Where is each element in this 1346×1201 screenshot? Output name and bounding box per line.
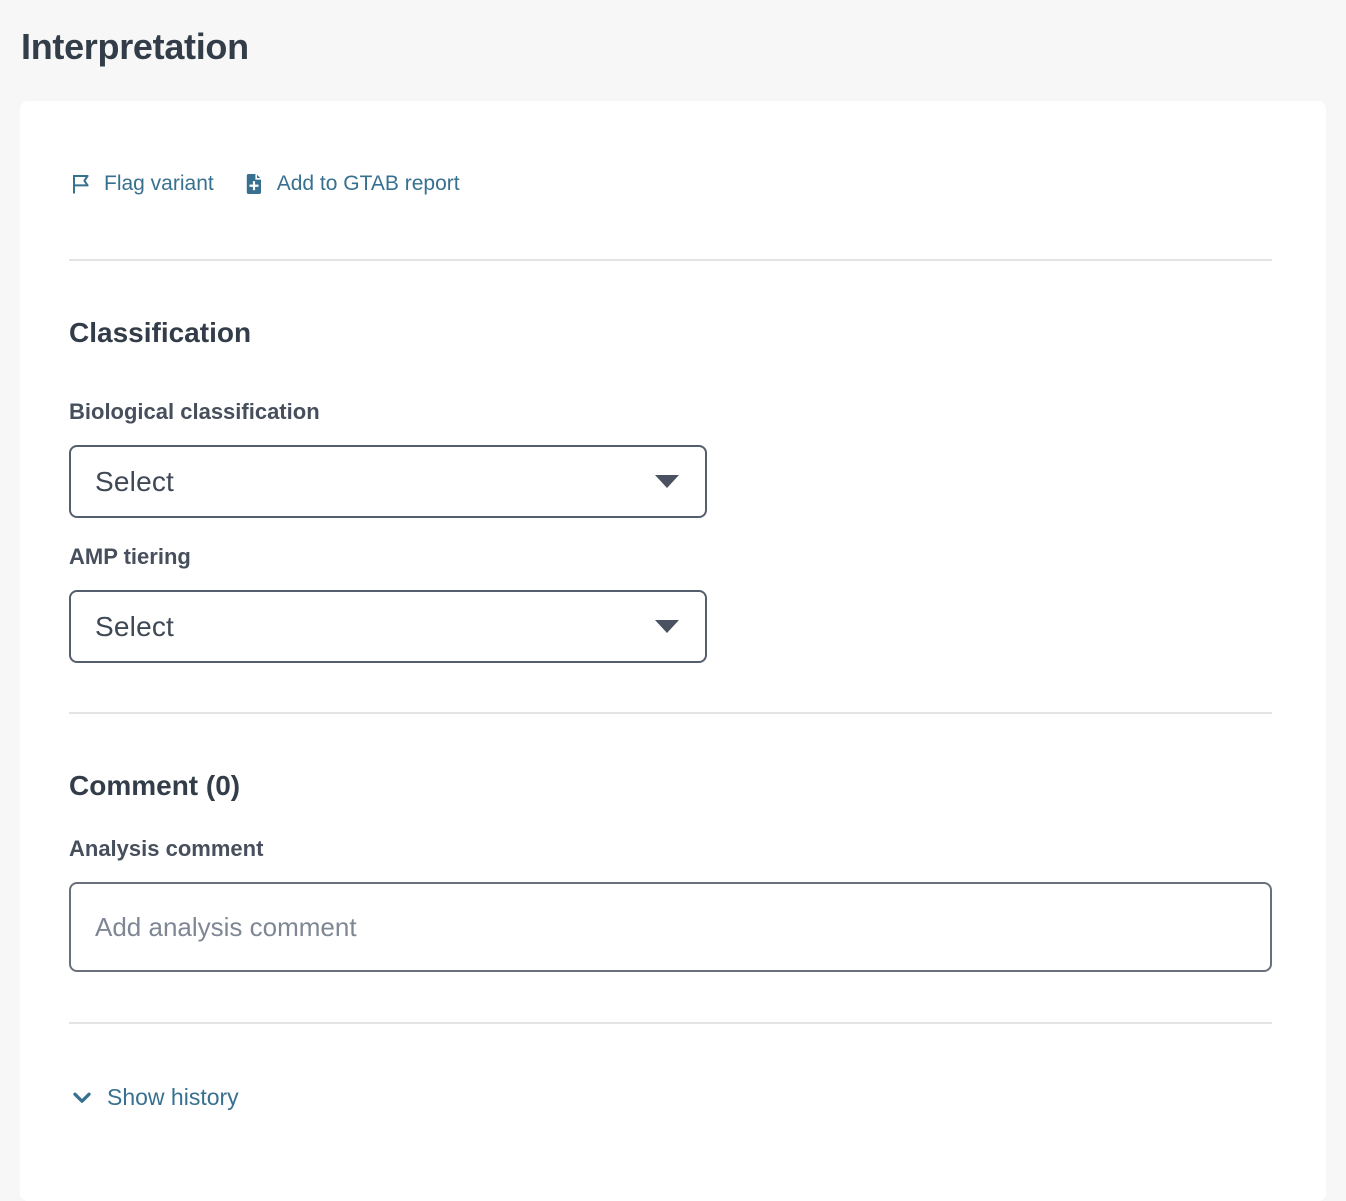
- flag-icon: [69, 172, 93, 196]
- select-value: Select: [95, 611, 174, 643]
- amp-tiering-label: AMP tiering: [69, 544, 1272, 570]
- actions-row: Flag variant Add to GTAB report: [69, 171, 1272, 197]
- analysis-comment-label: Analysis comment: [69, 836, 1272, 862]
- divider: [69, 259, 1272, 261]
- show-history-label: Show history: [107, 1084, 239, 1111]
- flag-variant-button[interactable]: Flag variant: [69, 172, 214, 196]
- divider: [69, 1022, 1272, 1024]
- chevron-down-icon: [69, 1085, 95, 1111]
- classification-heading: Classification: [69, 317, 1272, 349]
- comment-section: Comment (0) Analysis comment: [69, 770, 1272, 972]
- biological-classification-label: Biological classification: [69, 399, 1272, 425]
- document-plus-icon: [242, 172, 266, 196]
- amp-tiering-select[interactable]: Select: [69, 590, 707, 663]
- biological-classification-select[interactable]: Select: [69, 445, 707, 518]
- comment-heading: Comment (0): [69, 770, 1272, 802]
- flag-variant-label: Flag variant: [104, 172, 214, 196]
- divider: [69, 712, 1272, 714]
- select-value: Select: [95, 466, 174, 498]
- page-title: Interpretation: [0, 0, 1346, 68]
- show-history-toggle[interactable]: Show history: [69, 1084, 239, 1111]
- history-row: Show history: [69, 1084, 1272, 1111]
- add-to-gtab-button[interactable]: Add to GTAB report: [242, 172, 460, 196]
- classification-section: Classification Biological classification…: [69, 317, 1272, 663]
- interpretation-card: Flag variant Add to GTAB report Classifi…: [20, 101, 1326, 1201]
- add-to-gtab-label: Add to GTAB report: [277, 172, 460, 196]
- caret-down-icon: [655, 620, 679, 633]
- caret-down-icon: [655, 475, 679, 488]
- analysis-comment-input[interactable]: [69, 882, 1272, 972]
